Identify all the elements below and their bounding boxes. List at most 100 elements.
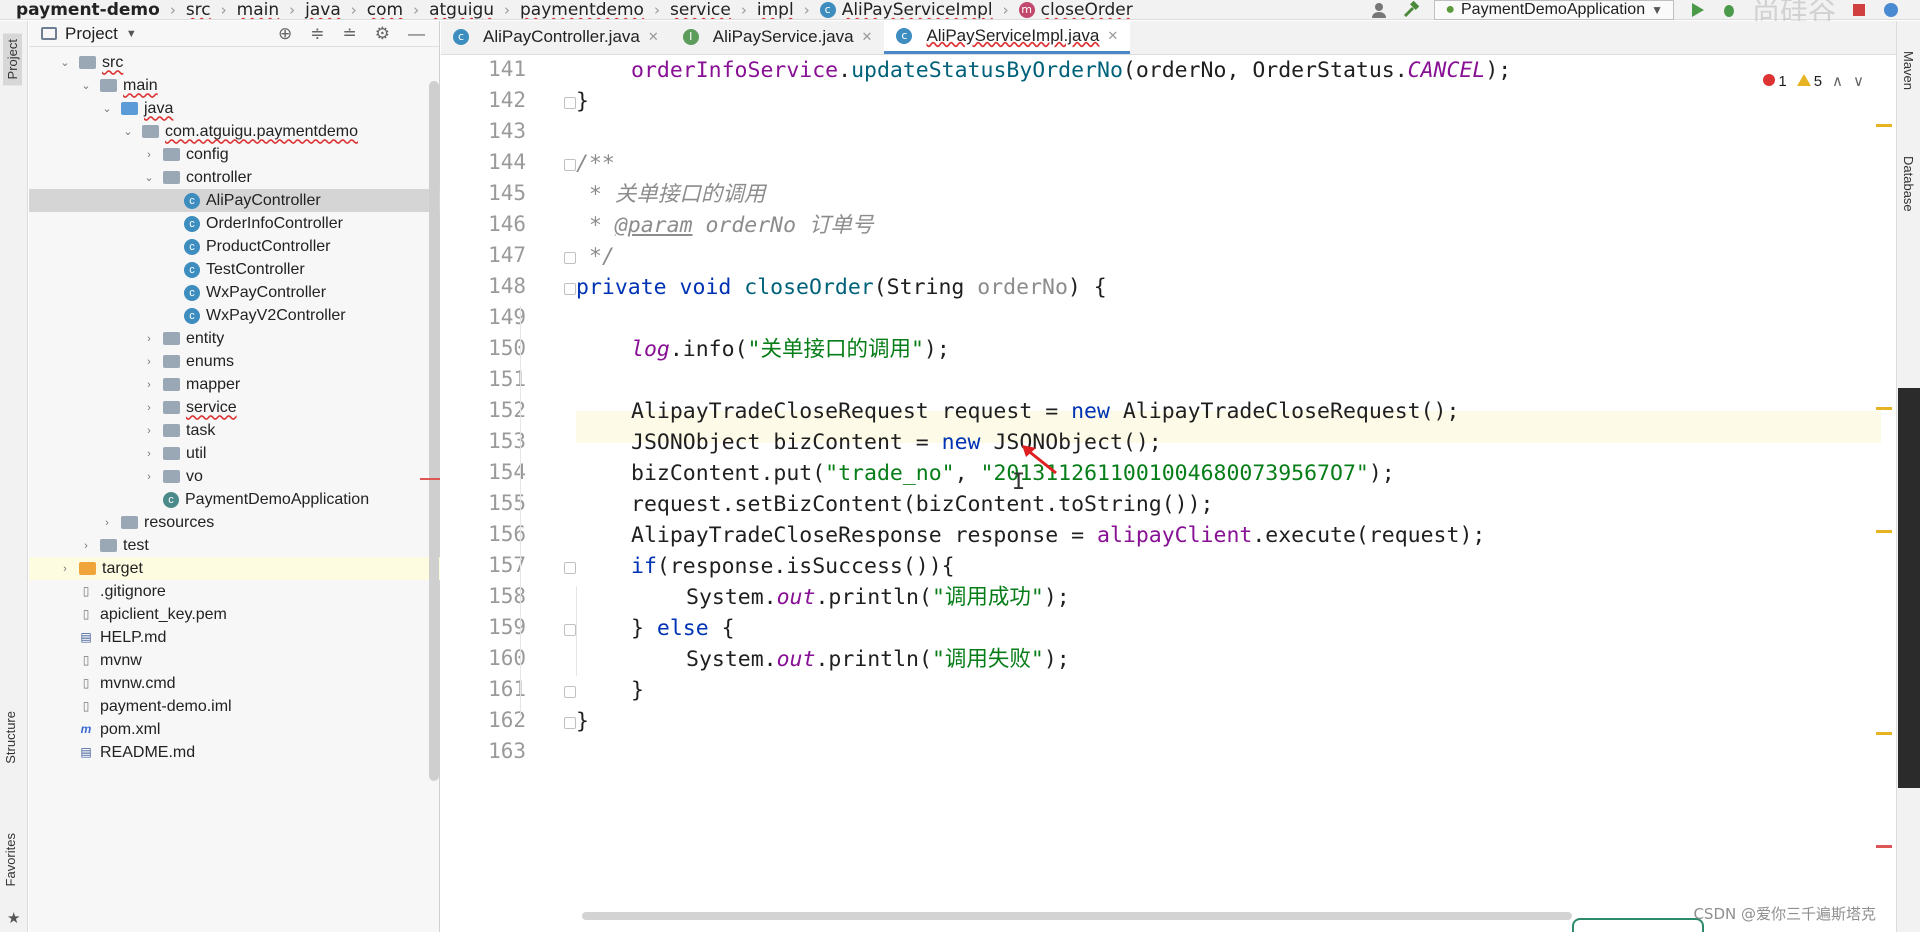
hide-icon[interactable]: — — [408, 24, 425, 44]
code-line[interactable]: AlipayTradeCloseResponse response = alip… — [631, 521, 1485, 551]
code-line[interactable]: } — [576, 87, 589, 117]
chevron-right-icon[interactable]: › — [143, 425, 155, 437]
chevron-down-icon[interactable]: ⌄ — [101, 102, 113, 115]
code-line[interactable]: } — [631, 676, 644, 706]
horizontal-scrollbar[interactable] — [582, 912, 1572, 920]
line-number[interactable]: 159 — [446, 615, 526, 639]
tree-item[interactable]: ▯ mvnw.cmd — [29, 672, 440, 695]
chevron-right-icon[interactable]: › — [143, 356, 155, 368]
code-line[interactable]: * @param orderNo 订单号 — [576, 211, 874, 241]
warning-stripe[interactable] — [1876, 407, 1892, 410]
build-hammer-icon[interactable] — [1402, 0, 1420, 19]
line-number[interactable]: 163 — [446, 739, 526, 763]
line-number[interactable]: 147 — [446, 243, 526, 267]
tree-item[interactable]: › test — [29, 534, 440, 557]
line-number[interactable]: 150 — [446, 336, 526, 360]
tree-item[interactable]: c AliPayController — [29, 189, 440, 212]
breadcrumb-method[interactable]: m closeOrder — [1018, 0, 1133, 19]
tree-item[interactable]: ⌄ src — [29, 51, 440, 74]
line-number[interactable]: 158 — [446, 584, 526, 608]
code-line[interactable]: orderInfoService.updateStatusByOrderNo(o… — [631, 56, 1511, 86]
tree-item[interactable]: ▤ HELP.md — [29, 626, 440, 649]
chevron-right-icon[interactable]: › — [143, 333, 155, 345]
chevron-right-icon[interactable]: › — [143, 402, 155, 414]
breadcrumb-item[interactable]: com — [367, 0, 403, 19]
warning-stripe[interactable] — [1876, 530, 1892, 533]
code-line[interactable]: System.out.println("调用失败"); — [686, 645, 1070, 675]
line-number[interactable]: 146 — [446, 212, 526, 236]
code-line[interactable]: JSONObject bizContent = new JSONObject()… — [631, 428, 1162, 458]
user-icon[interactable] — [1370, 1, 1388, 19]
code-line[interactable]: System.out.println("调用成功"); — [686, 583, 1070, 613]
line-number[interactable]: 148 — [446, 274, 526, 298]
code-line[interactable]: private void closeOrder(String orderNo) … — [576, 273, 1107, 303]
tree-item[interactable]: c OrderInfoController — [29, 212, 440, 235]
tree-item[interactable]: ▯ mvnw — [29, 649, 440, 672]
warning-stripe[interactable] — [1876, 732, 1892, 735]
fold-marker-icon[interactable] — [564, 283, 576, 295]
line-number[interactable]: 160 — [446, 646, 526, 670]
tree-item[interactable]: › mapper — [29, 373, 440, 396]
tree-item[interactable]: › config — [29, 143, 440, 166]
line-number[interactable]: 143 — [446, 119, 526, 143]
code-line[interactable]: AlipayTradeCloseRequest request = new Al… — [631, 397, 1459, 427]
run-icon[interactable] — [1688, 1, 1706, 19]
line-number[interactable]: 154 — [446, 460, 526, 484]
fold-marker-icon[interactable] — [564, 717, 576, 729]
tree-item[interactable]: › resources — [29, 511, 440, 534]
collapse-all-icon[interactable]: ≐ — [343, 24, 357, 44]
tree-item[interactable]: ⌄ com.atguigu.paymentdemo — [29, 120, 440, 143]
chevron-right-icon[interactable]: › — [143, 448, 155, 460]
chevron-down-icon[interactable]: ⌄ — [80, 79, 92, 92]
tree-item[interactable]: c WxPayV2Controller — [29, 304, 440, 327]
tree-item[interactable]: ▯ payment-demo.iml — [29, 695, 440, 718]
editor-tab[interactable]: c AliPayController.java ✕ — [441, 20, 671, 54]
tree-item[interactable]: c PaymentDemoApplication — [29, 488, 440, 511]
close-icon[interactable]: ✕ — [1107, 28, 1118, 44]
line-number[interactable]: 153 — [446, 429, 526, 453]
breadcrumb-item[interactable]: service — [670, 0, 731, 19]
project-tool-tab[interactable]: Project — [3, 33, 22, 86]
tree-item[interactable]: › entity — [29, 327, 440, 350]
code-line[interactable]: */ — [576, 242, 615, 272]
chevron-up-icon[interactable]: ∧ — [1832, 72, 1843, 90]
fold-marker-icon[interactable] — [564, 562, 576, 574]
tree-item[interactable]: › util — [29, 442, 440, 465]
code-line[interactable]: request.setBizContent(bizContent.toStrin… — [631, 490, 1213, 520]
line-number[interactable]: 145 — [446, 181, 526, 205]
code-line[interactable]: } — [576, 707, 589, 737]
debug-icon[interactable] — [1720, 1, 1738, 19]
line-number[interactable]: 162 — [446, 708, 526, 732]
error-stripe[interactable] — [1876, 845, 1892, 848]
fold-marker-icon[interactable] — [564, 159, 576, 171]
line-number[interactable]: 157 — [446, 553, 526, 577]
code-line[interactable]: } else { — [631, 614, 735, 644]
fold-marker-icon[interactable] — [564, 252, 576, 264]
chevron-down-icon[interactable]: ⌄ — [59, 56, 71, 69]
locate-icon[interactable]: ⊕ — [278, 24, 292, 44]
line-number[interactable]: 141 — [446, 57, 526, 81]
tree-item[interactable]: ▯ apiclient_key.pem — [29, 603, 440, 626]
tree-item[interactable]: ⌄ main — [29, 74, 440, 97]
breadcrumb-class[interactable]: c AliPayServiceImpl — [819, 0, 993, 19]
tree-item[interactable]: › task — [29, 419, 440, 442]
project-scrollbar[interactable] — [429, 81, 439, 781]
warning-stripe[interactable] — [1876, 124, 1892, 127]
code-line[interactable]: /** — [576, 149, 615, 179]
fold-marker-icon[interactable] — [564, 624, 576, 636]
tree-item[interactable]: c TestController — [29, 258, 440, 281]
chevron-right-icon[interactable]: › — [80, 540, 92, 552]
chevron-right-icon[interactable]: › — [59, 563, 71, 575]
line-number[interactable]: 155 — [446, 491, 526, 515]
breadcrumb-item[interactable]: impl — [757, 0, 794, 19]
chevron-down-icon[interactable]: ⌄ — [143, 171, 155, 184]
favorites-tool-tab[interactable]: Favorites — [3, 833, 18, 886]
chevron-right-icon[interactable]: › — [143, 149, 155, 161]
warning-count[interactable]: 5 — [1796, 73, 1822, 90]
run-configuration-select[interactable]: ● PaymentDemoApplication ▼ — [1434, 0, 1674, 20]
inspection-widget[interactable]: 1 5 ∧ ∨ — [1763, 72, 1864, 90]
code-line[interactable]: if(response.isSuccess()){ — [631, 552, 955, 582]
tree-item[interactable]: › target — [29, 557, 440, 580]
line-number[interactable]: 151 — [446, 367, 526, 391]
tree-item[interactable]: ⌄ java — [29, 97, 440, 120]
